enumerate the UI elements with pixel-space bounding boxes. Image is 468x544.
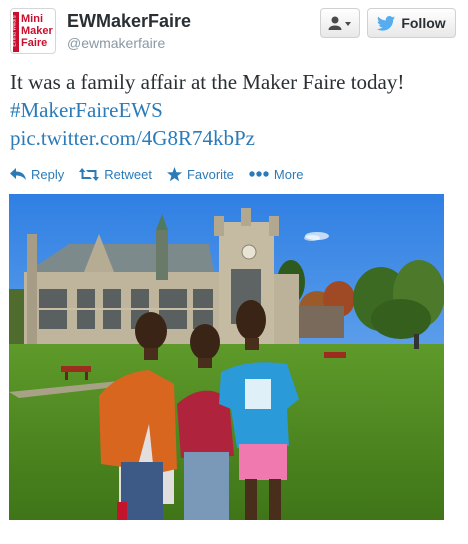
avatar-text-3: Faire [21, 37, 48, 49]
more-dots-icon [249, 171, 269, 177]
family-photo [9, 194, 444, 520]
reply-label: Reply [31, 166, 65, 182]
avatar[interactable]: Emma Willard Mini Maker Faire [10, 8, 56, 54]
avatar-side-band: Emma Willard [12, 12, 19, 52]
tweet-photo[interactable] [9, 194, 444, 520]
tweet-text: It was a family affair at the Maker Fair… [10, 68, 460, 152]
favorite-action[interactable]: Favorite [166, 166, 234, 182]
favorite-label: Favorite [186, 166, 234, 182]
pic-link[interactable]: pic.twitter.com/4G8R74kbPz [10, 126, 255, 150]
more-action[interactable]: More [249, 167, 304, 182]
hashtag-link[interactable]: #MakerFaireEWS [10, 98, 163, 122]
retweet-icon [79, 167, 100, 181]
user-actions-button[interactable] [320, 8, 360, 38]
tweet-actions: Reply Retweet Favorite More [10, 164, 319, 184]
star-icon [166, 166, 182, 181]
retweet-label: Retweet [104, 166, 152, 182]
reply-icon [10, 168, 26, 180]
reply-action[interactable]: Reply [10, 167, 64, 182]
retweet-action[interactable]: Retweet [79, 167, 152, 182]
user-icon [328, 16, 351, 30]
tweet-body: It was a family affair at the Maker Fair… [10, 70, 405, 94]
twitter-bird-icon [377, 15, 396, 31]
account-handle[interactable]: @ewmakerfaire [67, 35, 165, 51]
avatar-text-1: Mini [21, 13, 43, 25]
avatar-text-2: Maker [21, 25, 53, 37]
follow-button[interactable]: Follow [367, 8, 456, 38]
follow-label: Follow [401, 15, 446, 31]
account-name[interactable]: EWMakerFaire [67, 11, 191, 32]
more-label: More [273, 166, 304, 182]
tweet-header: Emma Willard Mini Maker Faire EWMakerFai… [10, 8, 458, 56]
